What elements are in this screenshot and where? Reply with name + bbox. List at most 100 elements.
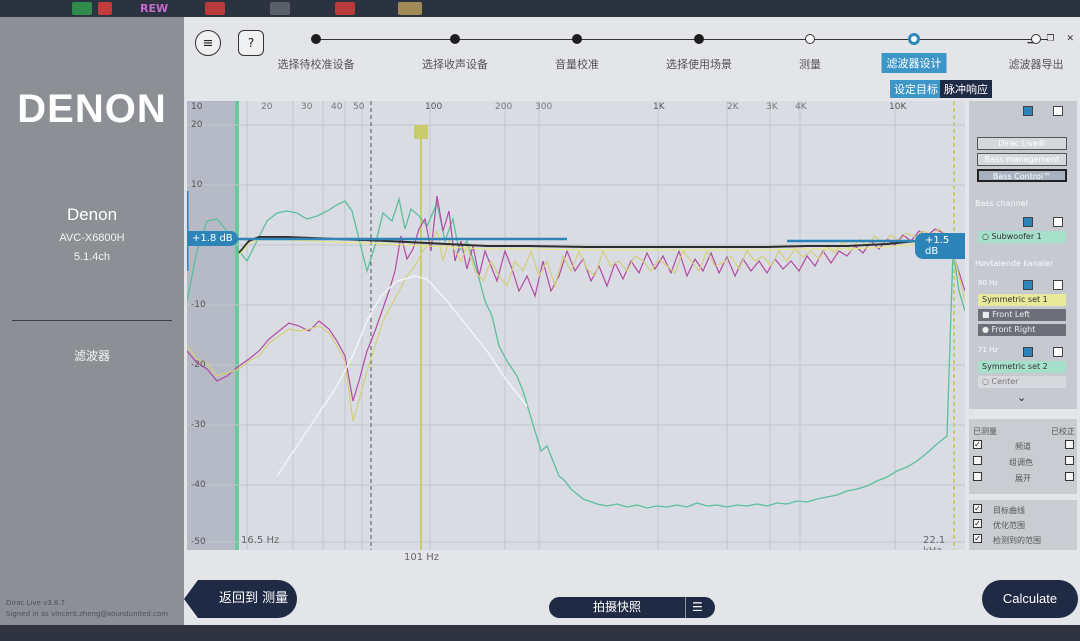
settings-icon[interactable]: [1053, 347, 1063, 357]
maximize-icon[interactable]: ❐: [1046, 34, 1054, 48]
vertical-grid: [246, 101, 896, 550]
channel-label: 频道: [1015, 442, 1031, 451]
settings-icon[interactable]: [1053, 217, 1063, 227]
measured-expand-checkbox[interactable]: [973, 472, 982, 481]
x-tick: 10K: [889, 102, 907, 112]
x-tick: 200: [495, 102, 513, 112]
taskbar-app-icon[interactable]: [270, 2, 290, 15]
calculate-label: Calculate: [1002, 591, 1058, 606]
corrected-expand-checkbox[interactable]: [1065, 472, 1074, 481]
subwoofer-item[interactable]: ○ Subwoofer 1: [978, 231, 1066, 243]
snapshot-list-icon[interactable]: ☰: [685, 597, 703, 618]
step-label-export[interactable]: 滤波器导出: [1009, 56, 1064, 72]
corrected-group-checkbox[interactable]: [1065, 456, 1074, 465]
symmetric-set-2[interactable]: Symmetric set 2: [978, 361, 1066, 373]
subwoofer-label: Subwoofer 1: [991, 232, 1042, 241]
taskbar-app-icon[interactable]: [335, 2, 355, 15]
measured-group-checkbox[interactable]: [973, 456, 982, 465]
step-dot-5[interactable]: [805, 34, 815, 44]
step-dot-6[interactable]: [908, 33, 920, 45]
taskbar-app-icon[interactable]: [205, 2, 225, 15]
menu-button[interactable]: ≡: [195, 30, 221, 56]
snapshot-button[interactable]: 拍摄快照 ☰: [549, 597, 715, 618]
version-info: Dirac Live v3.8.7 Signed in as vincent.z…: [6, 598, 168, 620]
calculate-button[interactable]: Calculate: [982, 580, 1078, 618]
target-curve-label: 目标曲线: [993, 506, 1025, 515]
view-icon[interactable]: [1023, 280, 1033, 290]
snapshot-label: 拍摄快照: [593, 600, 642, 614]
step-label-select-device[interactable]: 选择待校准设备: [278, 56, 355, 72]
step-label-measure[interactable]: 测量: [799, 56, 821, 72]
denon-logo: DENON: [17, 87, 167, 131]
settings-icon[interactable]: [1053, 280, 1063, 290]
taskbar-rew-label[interactable]: REW: [140, 2, 180, 15]
steps-track: [314, 39, 1048, 40]
frequency-response-graph[interactable]: 10 20 30 40 50 100 200 300 1K 2K 3K 4K 1…: [187, 101, 965, 550]
step-label-filter-design[interactable]: 滤波器设计: [881, 53, 947, 73]
hamburger-icon: ≡: [202, 35, 214, 51]
view-icon[interactable]: [1023, 217, 1033, 227]
right-gain-badge[interactable]: +1.5 dB: [915, 233, 965, 259]
bass-management-option[interactable]: Bass management: [977, 153, 1067, 166]
expand-label: 展开: [1015, 474, 1031, 483]
help-button[interactable]: ?: [238, 30, 264, 56]
taskbar-app-icon[interactable]: [398, 2, 422, 15]
left-gain-badge[interactable]: +1.8 dB: [187, 231, 238, 246]
x-tick: 1K: [653, 102, 665, 112]
corrected-channel-checkbox[interactable]: [1065, 440, 1074, 449]
step-dot-7[interactable]: [1031, 34, 1041, 44]
center-item[interactable]: ○ Center: [978, 376, 1066, 388]
low-limit-bar[interactable]: [235, 101, 239, 550]
settings-icon[interactable]: [1053, 106, 1063, 116]
x-tick: 30: [301, 102, 313, 112]
y-tick: -30: [191, 420, 206, 430]
curve-front-left: [187, 195, 965, 402]
y-tick: 20: [191, 120, 203, 130]
optimization-range-checkbox[interactable]: ✓: [973, 519, 982, 528]
x-tick: 20: [261, 102, 273, 112]
step-dot-3[interactable]: [572, 34, 582, 44]
x-tick: 10: [191, 102, 203, 112]
front-left-label: Front Left: [992, 310, 1030, 319]
sidebar-divider: [12, 320, 172, 321]
chevron-down-icon[interactable]: ⌄: [1017, 391, 1026, 404]
step-label-volume[interactable]: 音量校准: [555, 56, 599, 72]
front-right-item[interactable]: ● Front Right: [978, 324, 1066, 336]
view-icon[interactable]: [1023, 106, 1033, 116]
step-dot-1[interactable]: [311, 34, 321, 44]
view-icon[interactable]: [1023, 347, 1033, 357]
x-tick: 40: [331, 102, 343, 112]
target-curve-white: [276, 275, 528, 477]
step-label-scene[interactable]: 选择使用场景: [666, 56, 732, 72]
measured-channel-checkbox[interactable]: ✓: [973, 440, 982, 449]
step-label-select-mic[interactable]: 选择收声设备: [422, 56, 488, 72]
horizontal-grid: [187, 124, 965, 543]
bass-control-option[interactable]: Bass Control™: [977, 169, 1067, 182]
dirac-live-option[interactable]: Dirac Live®: [977, 137, 1067, 150]
tab-set-target[interactable]: 设定目标: [890, 80, 942, 98]
back-to-measure-button[interactable]: 返回到 测量: [184, 580, 297, 618]
target-curve-checkbox[interactable]: ✓: [973, 504, 982, 513]
taskbar-app-icon[interactable]: [98, 2, 112, 15]
corrected-header: 已校正: [1051, 427, 1075, 436]
front-left-item[interactable]: ■ Front Left: [978, 309, 1066, 321]
bass-channel-heading: Bass channel: [975, 199, 1028, 208]
y-tick: -20: [191, 360, 206, 370]
desktop-strip: [0, 625, 1080, 641]
detected-range-checkbox[interactable]: ✓: [973, 534, 982, 543]
close-icon[interactable]: ✕: [1066, 34, 1074, 48]
tab-impulse-response[interactable]: 脉冲响应: [940, 80, 992, 98]
symmetric-set-1[interactable]: Symmetric set 1: [978, 294, 1066, 306]
marker-handle[interactable]: [414, 125, 428, 139]
signed-in-text: Signed in as vincent.zheng@soundunited.c…: [6, 610, 169, 618]
channel-panel: Dirac Live® Bass management Bass Control…: [969, 101, 1077, 409]
step-dot-2[interactable]: [450, 34, 460, 44]
x-tick: 3K: [766, 102, 778, 112]
high-freq-label: 22.1 kHz: [923, 535, 946, 550]
step-dot-4[interactable]: [694, 34, 704, 44]
group-label: 组调色: [1009, 458, 1033, 467]
y-tick: -50: [191, 537, 206, 547]
taskbar-app-icon[interactable]: [72, 2, 92, 15]
detected-range-label: 检测到的范围: [993, 536, 1041, 545]
x-tick: 4K: [795, 102, 807, 112]
